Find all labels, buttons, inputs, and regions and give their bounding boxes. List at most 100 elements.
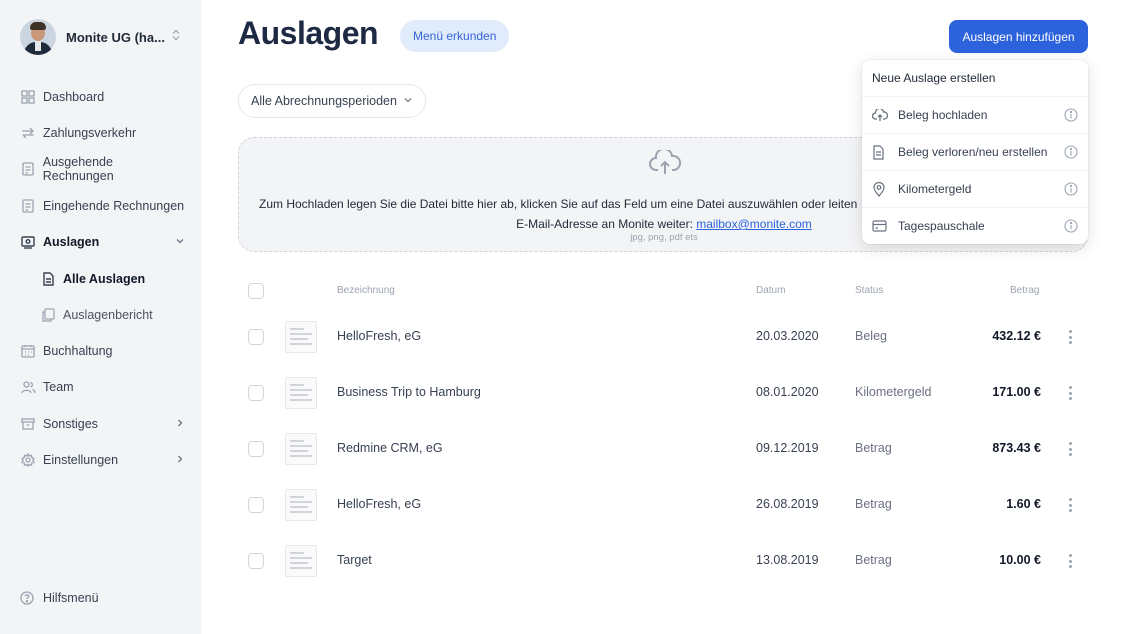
menu-item-create-receipt[interactable]: Beleg verloren/neu erstellen: [862, 133, 1088, 170]
location-pin-icon: [872, 181, 888, 197]
sidebar: Monite UG (ha... Dashboard Zahlungsverke…: [0, 0, 201, 634]
cell-date: 20.03.2020: [756, 329, 819, 343]
menu-title: Neue Auslage erstellen: [872, 71, 996, 85]
row-checkbox[interactable]: [248, 385, 264, 401]
cell-name: Redmine CRM, eG: [337, 441, 443, 455]
sidebar-item-zahlungsverkehr[interactable]: Zahlungsverkehr: [20, 121, 185, 145]
cell-date: 13.08.2019: [756, 553, 819, 567]
period-filter[interactable]: Alle Abrechnungsperioden: [238, 84, 426, 118]
page-title: Auslagen: [238, 15, 379, 51]
column-header-amount[interactable]: Betrag: [1010, 285, 1039, 296]
invoice-out-icon: [20, 161, 36, 177]
cell-amount: 1.60 €: [1006, 497, 1041, 511]
info-icon[interactable]: [1064, 219, 1078, 233]
cell-status: Betrag: [855, 497, 892, 511]
upload-instructions-line1: Zum Hochladen legen Sie die Datei bitte …: [259, 197, 858, 211]
table-row[interactable]: Target 13.08.2019 Betrag 10.00 €: [238, 538, 1088, 594]
column-header-date[interactable]: Datum: [756, 285, 785, 296]
receipt-thumbnail: [285, 545, 317, 577]
cell-amount: 10.00 €: [999, 553, 1041, 567]
cell-status: Betrag: [855, 553, 892, 567]
row-checkbox[interactable]: [248, 497, 264, 513]
sidebar-item-ausgehende-rechnungen[interactable]: Ausgehende Rechnungen: [20, 155, 185, 183]
team-icon: [20, 379, 36, 395]
cell-date: 26.08.2019: [756, 497, 819, 511]
cell-status: Kilometergeld: [855, 385, 932, 399]
menu-item-label: Kilometergeld: [898, 182, 972, 196]
more-options-icon[interactable]: [1067, 552, 1073, 570]
receipt-thumbnail: [285, 377, 317, 409]
sidebar-item-label: Ausgehende Rechnungen: [42, 155, 114, 183]
table-row[interactable]: Redmine CRM, eG 09.12.2019 Betrag 873.43…: [238, 426, 1088, 482]
receipt-thumbnail: [285, 321, 317, 353]
chevron-right-icon: [175, 417, 185, 431]
card-icon: [872, 220, 888, 232]
calendar-icon: [20, 343, 36, 359]
sidebar-item-label: Sonstiges: [43, 417, 98, 431]
receipt-icon: [20, 234, 36, 250]
chevron-updown-icon: [171, 28, 181, 46]
sidebar-item-team[interactable]: Team: [20, 375, 185, 399]
org-name: Monite UG (ha...: [66, 29, 165, 45]
sidebar-item-buchhaltung[interactable]: Buchhaltung: [20, 339, 185, 363]
cell-name: HelloFresh, eG: [337, 497, 422, 511]
table-row[interactable]: HelloFresh, eG 20.03.2020 Beleg 432.12 €: [238, 314, 1088, 370]
row-checkbox[interactable]: [248, 441, 264, 457]
sidebar-subitem-label: Alle Auslagen: [63, 272, 146, 286]
more-options-icon[interactable]: [1067, 496, 1073, 514]
sidebar-item-einstellungen[interactable]: Einstellungen: [20, 448, 185, 472]
copy-icon: [40, 307, 56, 323]
document-icon: [872, 144, 888, 160]
sidebar-subitem-auslagenbericht[interactable]: Auslagenbericht: [40, 303, 153, 327]
sidebar-item-label: Eingehende Rechnungen: [43, 199, 185, 213]
chevron-right-icon: [175, 453, 185, 467]
add-expense-button[interactable]: Auslagen hinzufügen: [949, 20, 1088, 53]
menu-item-label: Beleg hochladen: [898, 108, 988, 122]
sidebar-item-sonstiges[interactable]: Sonstiges: [20, 412, 185, 436]
avatar: [20, 19, 56, 55]
help-menu[interactable]: Hilfsmenü: [20, 590, 99, 606]
info-icon[interactable]: [1064, 145, 1078, 159]
table-row[interactable]: HelloFresh, eG 26.08.2019 Betrag 1.60 €: [238, 482, 1088, 538]
sidebar-item-label: Einstellungen: [43, 453, 119, 467]
tour-button[interactable]: Menü erkunden: [400, 20, 510, 52]
sidebar-item-eingehende-rechnungen[interactable]: Eingehende Rechnungen: [20, 194, 185, 218]
help-label: Hilfsmenü: [43, 591, 99, 605]
gear-icon: [20, 452, 36, 468]
sidebar-subitem-label: Auslagenbericht: [63, 308, 153, 322]
sidebar-item-label: Auslagen: [43, 235, 100, 249]
sidebar-subitem-alle-auslagen[interactable]: Alle Auslagen: [40, 267, 145, 291]
chevron-down-icon: [403, 94, 413, 108]
row-checkbox[interactable]: [248, 329, 264, 345]
info-icon[interactable]: [1064, 182, 1078, 196]
document-icon: [40, 271, 56, 287]
more-options-icon[interactable]: [1067, 384, 1073, 402]
select-all-checkbox[interactable]: [248, 283, 264, 299]
email-link[interactable]: mailbox@monite.com: [696, 217, 812, 231]
more-options-icon[interactable]: [1067, 328, 1073, 346]
table-row[interactable]: Business Trip to Hamburg 08.01.2020 Kilo…: [238, 370, 1088, 426]
sidebar-item-auslagen[interactable]: Auslagen: [20, 230, 185, 254]
row-checkbox[interactable]: [248, 553, 264, 569]
receipt-thumbnail: [285, 433, 317, 465]
upload-instructions-line2: E-Mail-Adresse an Monite weiter:: [516, 217, 693, 231]
menu-item-daily-allowance[interactable]: Tagespauschale: [862, 207, 1088, 244]
archive-icon: [20, 416, 36, 432]
cell-amount: 873.43 €: [992, 441, 1041, 455]
more-options-icon[interactable]: [1067, 440, 1073, 458]
invoice-in-icon: [20, 198, 36, 214]
org-switcher[interactable]: Monite UG (ha...: [20, 19, 181, 55]
menu-item-upload-receipt[interactable]: Beleg hochladen: [862, 96, 1088, 133]
menu-item-mileage[interactable]: Kilometergeld: [862, 170, 1088, 207]
cell-name: Target: [337, 553, 372, 567]
info-icon[interactable]: [1064, 108, 1078, 122]
column-header-name[interactable]: Bezeichnung: [337, 285, 395, 296]
sidebar-item-dashboard[interactable]: Dashboard: [20, 85, 185, 109]
grid-icon: [20, 89, 36, 105]
cloud-upload-icon: [649, 147, 682, 181]
chevron-down-icon: [175, 235, 185, 249]
transfer-icon: [20, 125, 36, 141]
column-header-status[interactable]: Status: [855, 285, 883, 296]
cell-name: HelloFresh, eG: [337, 329, 422, 343]
sidebar-item-label: Team: [43, 380, 74, 394]
